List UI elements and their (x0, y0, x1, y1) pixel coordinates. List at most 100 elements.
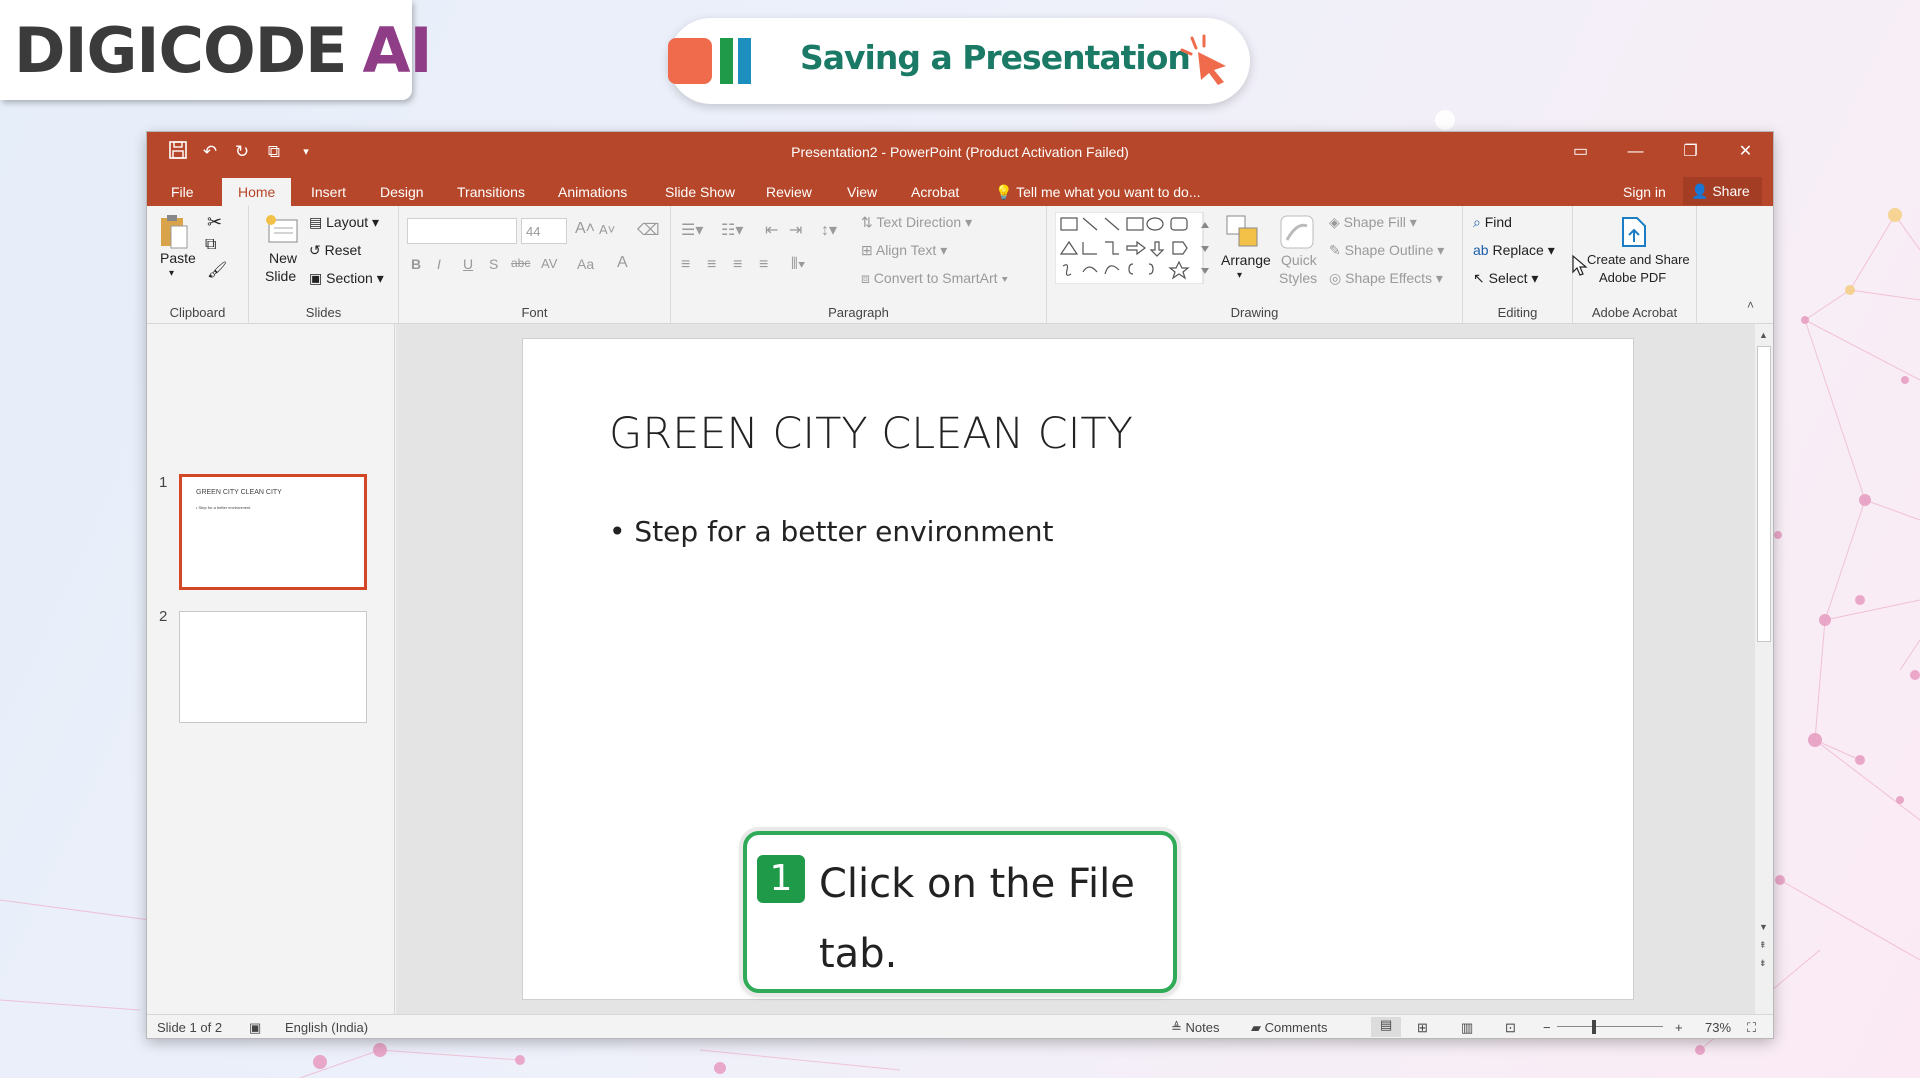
new-slide-icon[interactable] (263, 214, 299, 246)
underline-button[interactable]: U (463, 256, 473, 272)
restore-icon[interactable]: ❐ (1663, 132, 1718, 172)
arrange-dropdown-icon[interactable]: ▾ (1237, 270, 1242, 281)
find-button[interactable]: ⌕ Find (1473, 214, 1512, 231)
change-case-button[interactable]: Aa (577, 256, 594, 272)
close-icon[interactable]: ✕ (1718, 132, 1773, 172)
new-slide-label-2[interactable]: Slide (265, 268, 296, 284)
columns-icon[interactable]: ⫴▾ (791, 256, 806, 274)
character-spacing-button[interactable]: AV (541, 256, 557, 271)
select-button[interactable]: ↖ Select ▾ (1473, 270, 1538, 287)
minimize-icon[interactable]: — (1608, 132, 1663, 172)
shape-fill-button[interactable]: ◈ Shape Fill ▾ (1329, 214, 1417, 231)
text-direction-button[interactable]: ⇅ Text Direction ▾ (861, 214, 972, 231)
arrange-label[interactable]: Arrange (1221, 252, 1271, 268)
section-label: Section (326, 270, 373, 286)
replace-button[interactable]: ab Replace ▾ (1473, 242, 1555, 259)
smartart-button[interactable]: ⧈ Convert to SmartArt ▾ (861, 270, 1008, 287)
next-slide-icon[interactable]: ⇟ (1759, 958, 1767, 969)
scroll-down-icon[interactable]: ▼ (1759, 922, 1768, 932)
notes-button[interactable]: ≜ Notes (1171, 1020, 1219, 1036)
new-slide-label-1[interactable]: New (269, 250, 297, 266)
layout-button[interactable]: ▤ Layout ▾ (309, 214, 379, 231)
bullets-icon[interactable]: ☰▾ (681, 220, 703, 240)
tab-transitions[interactable]: Transitions (451, 178, 531, 206)
section-button[interactable]: ▣ Section ▾ (309, 270, 384, 287)
zoom-slider-thumb[interactable] (1592, 1020, 1597, 1034)
banner-bars-icon (668, 38, 751, 84)
font-name-box[interactable] (407, 218, 517, 244)
create-pdf-icon[interactable] (1619, 214, 1649, 248)
shapes-gallery[interactable] (1055, 212, 1211, 284)
slide-thumbnail-2[interactable] (179, 611, 367, 723)
slideshow-view-icon[interactable]: ⊡ (1505, 1020, 1516, 1036)
paste-icon[interactable] (159, 214, 189, 250)
previous-slide-icon[interactable]: ⇞ (1759, 940, 1767, 951)
ribbon-display-options-icon[interactable]: ▭ (1553, 132, 1608, 172)
normal-view-button[interactable]: ▤ (1371, 1017, 1401, 1037)
font-size-box[interactable]: 44 (521, 218, 567, 244)
scrollbar-thumb[interactable] (1757, 346, 1771, 642)
zoom-in-icon[interactable]: + (1675, 1020, 1683, 1035)
slide-sorter-icon[interactable]: ⊞ (1417, 1020, 1428, 1036)
language[interactable]: English (India) (285, 1020, 368, 1035)
paste-button[interactable]: Paste (160, 250, 196, 266)
arrange-icon[interactable] (1225, 214, 1261, 250)
quick-styles-icon[interactable] (1279, 214, 1315, 250)
slide-bullet[interactable]: • Step for a better environment (609, 515, 1053, 548)
tab-review[interactable]: Review (760, 178, 818, 206)
clear-formatting-icon[interactable]: ⌫ (637, 220, 660, 240)
zoom-out-icon[interactable]: − (1543, 1020, 1551, 1035)
strikethrough-button[interactable]: abc (511, 256, 530, 270)
align-center-icon[interactable]: ≡ (707, 256, 716, 274)
tab-view[interactable]: View (841, 178, 883, 206)
paste-dropdown-icon[interactable]: ▾ (169, 268, 174, 279)
shape-effects-button[interactable]: ◎ Shape Effects ▾ (1329, 270, 1443, 287)
increase-indent-icon[interactable]: ⇥ (789, 220, 802, 240)
reset-button[interactable]: ↺ Reset (309, 242, 361, 259)
tab-home[interactable]: Home (222, 178, 292, 206)
align-left-icon[interactable]: ≡ (681, 256, 690, 274)
sign-in-link[interactable]: Sign in (1623, 178, 1666, 206)
slide-thumbnail-1[interactable]: GREEN CITY CLEAN CITY • Step for a bette… (179, 474, 367, 590)
zoom-percent[interactable]: 73% (1705, 1020, 1731, 1035)
tell-me-search[interactable]: 💡 Tell me what you want to do... (995, 178, 1201, 206)
create-pdf-label-2[interactable]: Adobe PDF (1599, 270, 1666, 285)
format-painter-icon[interactable]: 🖌 (207, 260, 227, 280)
text-shadow-button[interactable]: S (489, 256, 498, 272)
tab-file[interactable]: File (165, 178, 200, 206)
shape-outline-button[interactable]: ✎ Shape Outline ▾ (1329, 242, 1444, 259)
tab-insert[interactable]: Insert (305, 178, 352, 206)
slide-title[interactable]: GREEN CITY CLEAN CITY (609, 409, 1133, 459)
tab-design[interactable]: Design (374, 178, 430, 206)
tab-slideshow[interactable]: Slide Show (659, 178, 741, 206)
align-text-button[interactable]: ⊞ Align Text ▾ (861, 242, 947, 259)
tab-acrobat[interactable]: Acrobat (905, 178, 965, 206)
shrink-font-icon[interactable]: A˅ (599, 222, 615, 237)
collapse-ribbon-icon[interactable]: ˄ (1747, 298, 1754, 312)
share-button[interactable]: 👤 Share (1683, 177, 1762, 205)
fit-slide-icon[interactable]: ⛶ (1747, 1020, 1756, 1036)
justify-icon[interactable]: ≡ (759, 256, 768, 274)
align-right-icon[interactable]: ≡ (733, 256, 742, 274)
quick-styles-label-1[interactable]: Quick (1281, 252, 1317, 268)
spell-check-icon[interactable]: ▣ (249, 1020, 261, 1036)
vertical-scrollbar[interactable]: ▲ ▼ ⇞ ⇟ (1755, 324, 1773, 1014)
tab-animations[interactable]: Animations (552, 178, 633, 206)
copy-icon[interactable]: ⧉ (205, 236, 216, 254)
quick-styles-label-2[interactable]: Styles (1279, 270, 1317, 286)
line-spacing-icon[interactable]: ↕▾ (821, 220, 837, 240)
create-pdf-label-1[interactable]: Create and Share (1587, 252, 1690, 267)
scroll-up-icon[interactable]: ▲ (1759, 330, 1768, 340)
grow-font-icon[interactable]: A˄ (575, 220, 595, 238)
paragraph-group-label: Paragraph (828, 305, 889, 320)
zoom-slider[interactable] (1557, 1026, 1663, 1027)
bold-button[interactable]: B (411, 256, 421, 272)
cut-icon[interactable]: ✂ (207, 212, 222, 233)
font-color-button[interactable]: A (617, 254, 628, 272)
reading-view-icon[interactable]: ▥ (1461, 1020, 1473, 1036)
select-label: Select (1488, 270, 1528, 286)
numbering-icon[interactable]: ☷▾ (721, 220, 743, 240)
italic-button[interactable]: I (437, 256, 441, 272)
decrease-indent-icon[interactable]: ⇤ (765, 220, 778, 240)
comments-button[interactable]: ▰ Comments (1251, 1020, 1327, 1036)
